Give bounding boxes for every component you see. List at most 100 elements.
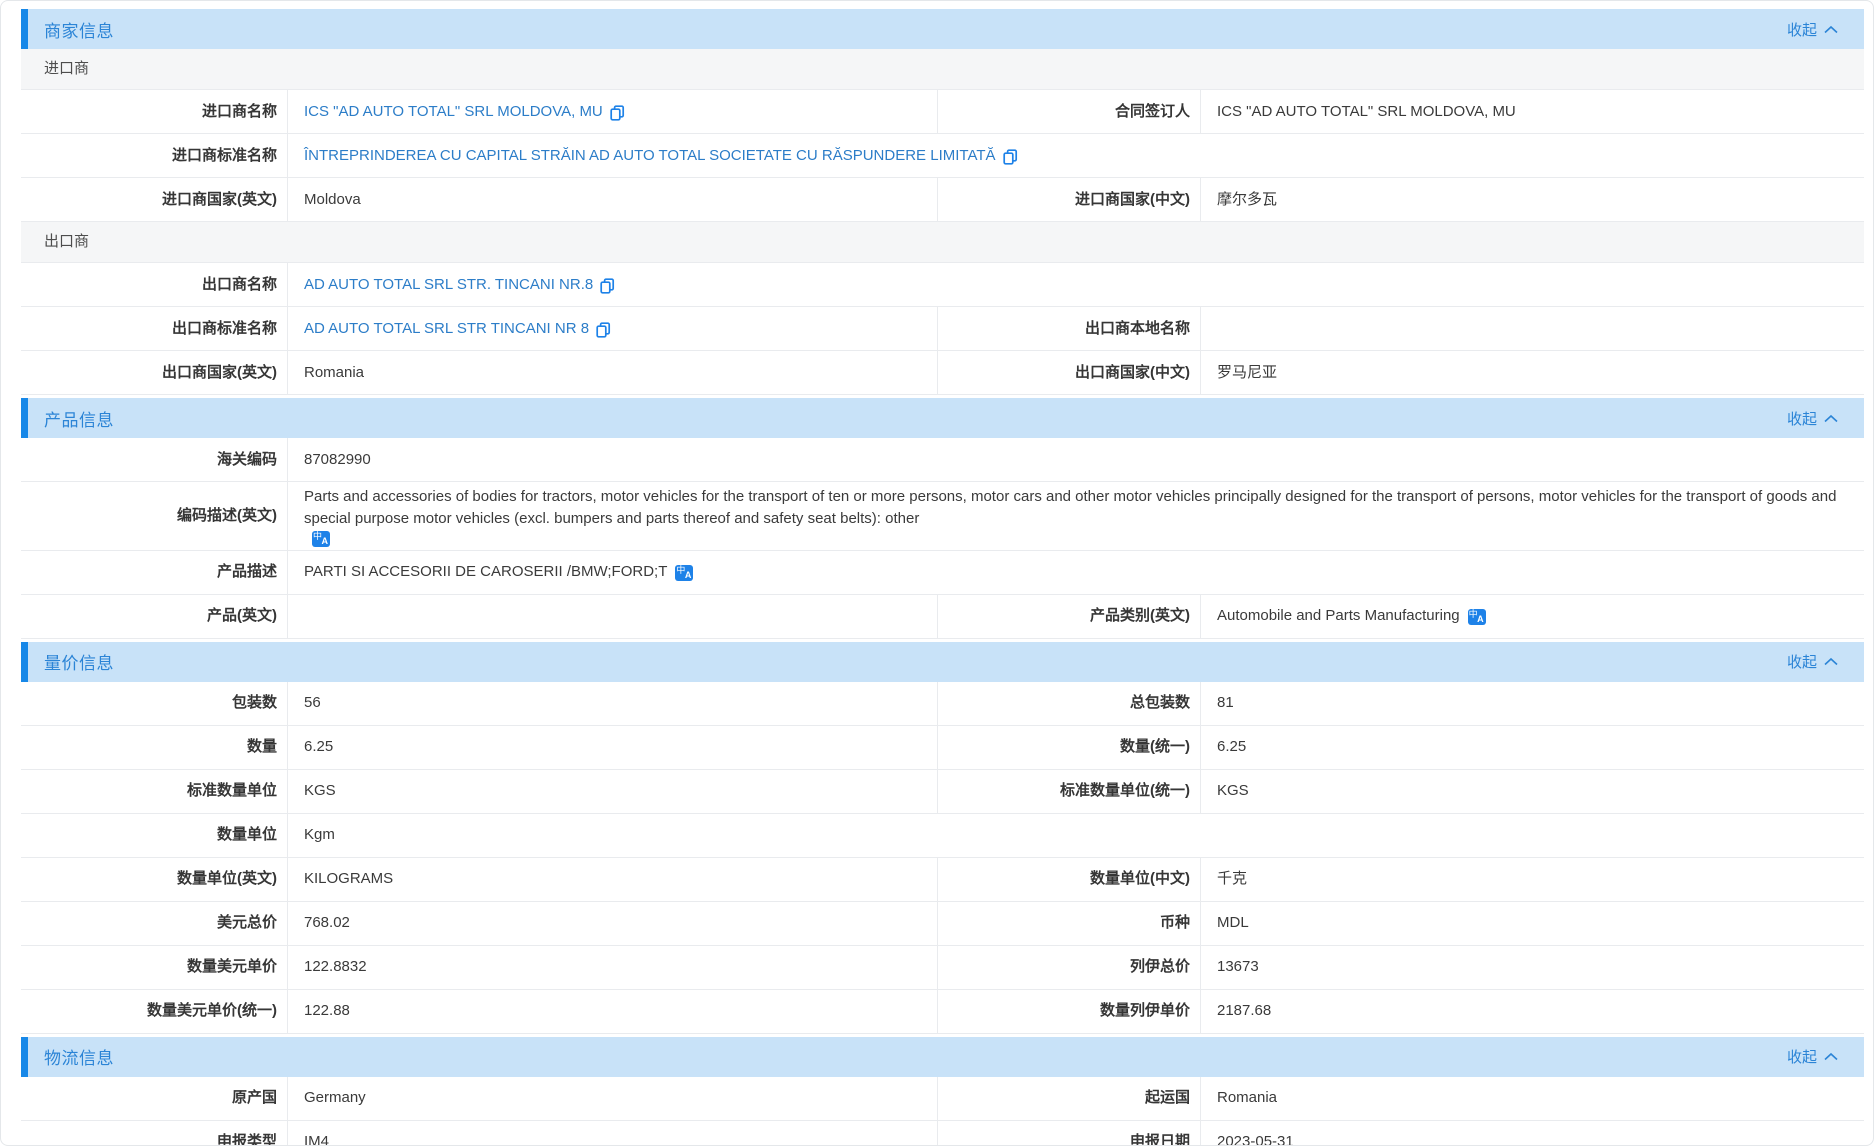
- field-label: 数量单位(英文): [21, 858, 288, 901]
- field-value: 81: [1201, 682, 1864, 725]
- value-text: 6.25: [1217, 736, 1246, 758]
- field-value: [1201, 307, 1864, 350]
- value-text: 摩尔多瓦: [1217, 189, 1277, 211]
- collapse-button[interactable]: 收起: [1787, 408, 1838, 429]
- value-text: KGS: [304, 780, 336, 802]
- value-text: 2023-05-31: [1217, 1131, 1294, 1146]
- field-value: ICS "AD AUTO TOTAL" SRL MOLDOVA, MU: [1201, 90, 1864, 133]
- table-row: 进口商国家(英文)Moldova进口商国家(中文) 摩尔多瓦: [21, 178, 1864, 222]
- field-value: 13673: [1201, 946, 1864, 989]
- table-row: 出口商名称AD AUTO TOTAL SRL STR. TINCANI NR.8: [21, 263, 1864, 307]
- accent-bar: [21, 9, 28, 49]
- field-value: 6.25: [288, 726, 938, 769]
- field-value: MDL: [1201, 902, 1864, 945]
- value-text: Automobile and Parts Manufacturing: [1217, 605, 1460, 627]
- field-label: 合同签订人: [938, 90, 1201, 133]
- field-value: KGS: [1201, 770, 1864, 813]
- table-row: 数量美元单价(统一) 122.88 数量列伊单价 2187.68: [21, 990, 1864, 1034]
- field-value: ICS "AD AUTO TOTAL" SRL MOLDOVA, MU: [288, 90, 938, 133]
- trade-record-panel: 商家信息 收起 进口商进口商名称ICS "AD AUTO TOTAL" SRL …: [0, 0, 1874, 1146]
- field-label: 数量美元单价: [21, 946, 288, 989]
- group-subheader: 进口商: [21, 49, 1864, 90]
- table-row: 数量美元单价122.8832列伊总价13673: [21, 946, 1864, 990]
- copy-icon[interactable]: [1003, 149, 1018, 165]
- value-text: 768.02: [304, 912, 350, 934]
- field-value: KGS: [288, 770, 938, 813]
- company-link[interactable]: AD AUTO TOTAL SRL STR TINCANI NR 8: [304, 318, 589, 340]
- field-value: Romania: [1201, 1077, 1864, 1120]
- field-value: PARTI SI ACCESORII DE CAROSERII /BMW;FOR…: [288, 551, 1864, 594]
- field-label: 美元总价: [21, 902, 288, 945]
- section-header: 物流信息 收起: [21, 1037, 1864, 1077]
- field-value: AD AUTO TOTAL SRL STR. TINCANI NR.8: [288, 263, 1864, 306]
- chevron-up-icon: [1824, 21, 1838, 38]
- field-label: 币种: [938, 902, 1201, 945]
- field-value: 6.25: [1201, 726, 1864, 769]
- field-label: 申报类型: [21, 1121, 288, 1146]
- copy-icon[interactable]: [600, 278, 615, 294]
- field-label: 编码描述(英文): [21, 482, 288, 550]
- field-label: 数量单位(中文): [938, 858, 1201, 901]
- collapse-label: 收起: [1787, 19, 1817, 40]
- value-text: KGS: [1217, 780, 1249, 802]
- collapse-button[interactable]: 收起: [1787, 1046, 1838, 1067]
- collapse-button[interactable]: 收起: [1787, 651, 1838, 672]
- field-value: Moldova: [288, 178, 938, 221]
- value-text: 2187.68: [1217, 1000, 1271, 1022]
- field-value: Germany: [288, 1077, 938, 1120]
- table-row: 标准数量单位 KGS 标准数量单位(统一) KGS: [21, 770, 1864, 814]
- field-label: 标准数量单位: [21, 770, 288, 813]
- company-link[interactable]: ÎNTREPRINDEREA CU CAPITAL STRĂIN AD AUTO…: [304, 145, 996, 167]
- field-value: 768.02: [288, 902, 938, 945]
- field-value: 罗马尼亚: [1201, 351, 1864, 394]
- translate-icon[interactable]: 中A: [312, 531, 330, 547]
- company-link[interactable]: ICS "AD AUTO TOTAL" SRL MOLDOVA, MU: [304, 101, 603, 123]
- field-label: 进口商国家(英文): [21, 178, 288, 221]
- collapse-label: 收起: [1787, 1046, 1817, 1067]
- table-row: 出口商国家(英文)Romania出口商国家(中文)罗马尼亚: [21, 351, 1864, 395]
- field-label: 总包装数: [938, 682, 1201, 725]
- field-label: 进口商标准名称: [21, 134, 288, 177]
- value-text: 56: [304, 692, 321, 714]
- table-row: 编码描述(英文)Parts and accessories of bodies …: [21, 482, 1864, 551]
- table-row: 进口商标准名称 ÎNTREPRINDEREA CU CAPITAL STRĂIN …: [21, 134, 1864, 178]
- field-label: 包装数: [21, 682, 288, 725]
- value-text: 122.88: [304, 1000, 350, 1022]
- field-value: 56: [288, 682, 938, 725]
- table-row: 产品描述PARTI SI ACCESORII DE CAROSERII /BMW…: [21, 551, 1864, 595]
- value-text: Germany: [304, 1087, 366, 1109]
- company-link[interactable]: AD AUTO TOTAL SRL STR. TINCANI NR.8: [304, 274, 593, 296]
- section-product-info: 产品信息 收起 海关编码 87082990 编码描述(英文)Parts and ac…: [21, 398, 1864, 639]
- accent-bar: [21, 1037, 28, 1077]
- field-value: IM4: [288, 1121, 938, 1146]
- field-value: KILOGRAMS: [288, 858, 938, 901]
- field-label: 海关编码: [21, 438, 288, 481]
- section-header: 商家信息 收起: [21, 9, 1864, 49]
- value-text: ICS "AD AUTO TOTAL" SRL MOLDOVA, MU: [1217, 101, 1516, 123]
- field-label: 数量美元单价(统一): [21, 990, 288, 1033]
- accent-bar: [21, 398, 28, 438]
- collapse-label: 收起: [1787, 408, 1817, 429]
- field-label: 标准数量单位(统一): [938, 770, 1201, 813]
- chevron-up-icon: [1824, 1048, 1838, 1065]
- collapse-button[interactable]: 收起: [1787, 19, 1838, 40]
- copy-icon[interactable]: [610, 105, 625, 121]
- value-text: IM4: [304, 1131, 329, 1146]
- field-value: 摩尔多瓦: [1201, 178, 1864, 221]
- table-row: 出口商标准名称AD AUTO TOTAL SRL STR TINCANI NR …: [21, 307, 1864, 351]
- field-label: 出口商国家(中文): [938, 351, 1201, 394]
- field-label: 进口商国家(中文): [938, 178, 1201, 221]
- section-header: 产品信息 收起: [21, 398, 1864, 438]
- field-label: 出口商本地名称: [938, 307, 1201, 350]
- field-value: Parts and accessories of bodies for trac…: [288, 482, 1864, 550]
- value-text: 87082990: [304, 449, 371, 471]
- accent-bar: [21, 642, 28, 682]
- translate-icon[interactable]: 中A: [675, 565, 693, 581]
- translate-icon[interactable]: 中A: [1468, 609, 1486, 625]
- section-rows: 海关编码 87082990 编码描述(英文)Parts and accessorie…: [21, 438, 1864, 639]
- field-label: 数量列伊单价: [938, 990, 1201, 1033]
- field-value: AD AUTO TOTAL SRL STR TINCANI NR 8: [288, 307, 938, 350]
- copy-icon[interactable]: [596, 322, 611, 338]
- table-row: 美元总价 768.02 币种MDL: [21, 902, 1864, 946]
- group-subheader-label: 出口商: [21, 222, 1864, 262]
